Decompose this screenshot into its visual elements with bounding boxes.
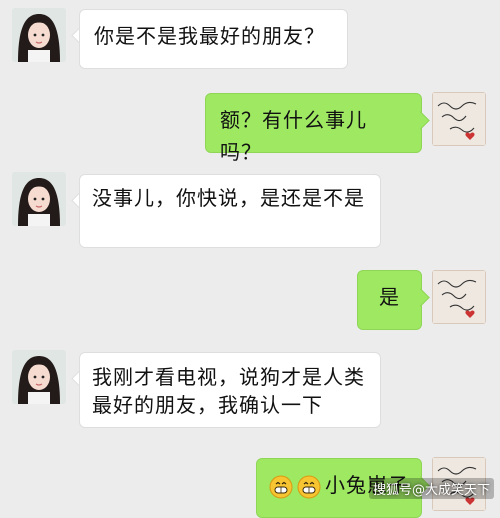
message-bubble-received: 我刚才看电视，说狗才是人类最好的朋友，我确认一下 [79,352,381,428]
chat-window: 你是不是我最好的朋友？ 额？有什么事儿吗？ 没事儿，你快说，是还是不是 是 我刚… [0,0,500,518]
message-bubble-sent: 额？有什么事儿吗？ [205,93,422,164]
message-text: 额？有什么事儿吗？ [220,108,367,164]
user-avatar[interactable] [432,270,486,324]
contact-avatar[interactable] [12,172,66,226]
contact-avatar[interactable] [12,8,66,62]
message-bubble-received: 没事儿，你快说，是还是不是 [79,174,381,248]
grin-emoji-icon [297,475,321,499]
message-text: 是 [379,285,400,309]
message-text: 我刚才看电视，说狗才是人类最好的朋友，我确认一下 [92,365,365,417]
watermark: 搜狐号@大成笑天下 [368,478,494,499]
message-bubble-received: 你是不是我最好的朋友？ [79,9,348,69]
message-bubble-sent: 是 [357,270,422,330]
grin-emoji-icon [269,475,293,499]
user-avatar[interactable] [432,92,486,146]
message-text: 没事儿，你快说，是还是不是 [92,186,365,210]
contact-avatar[interactable] [12,350,66,404]
message-text: 你是不是我最好的朋友？ [94,24,325,48]
